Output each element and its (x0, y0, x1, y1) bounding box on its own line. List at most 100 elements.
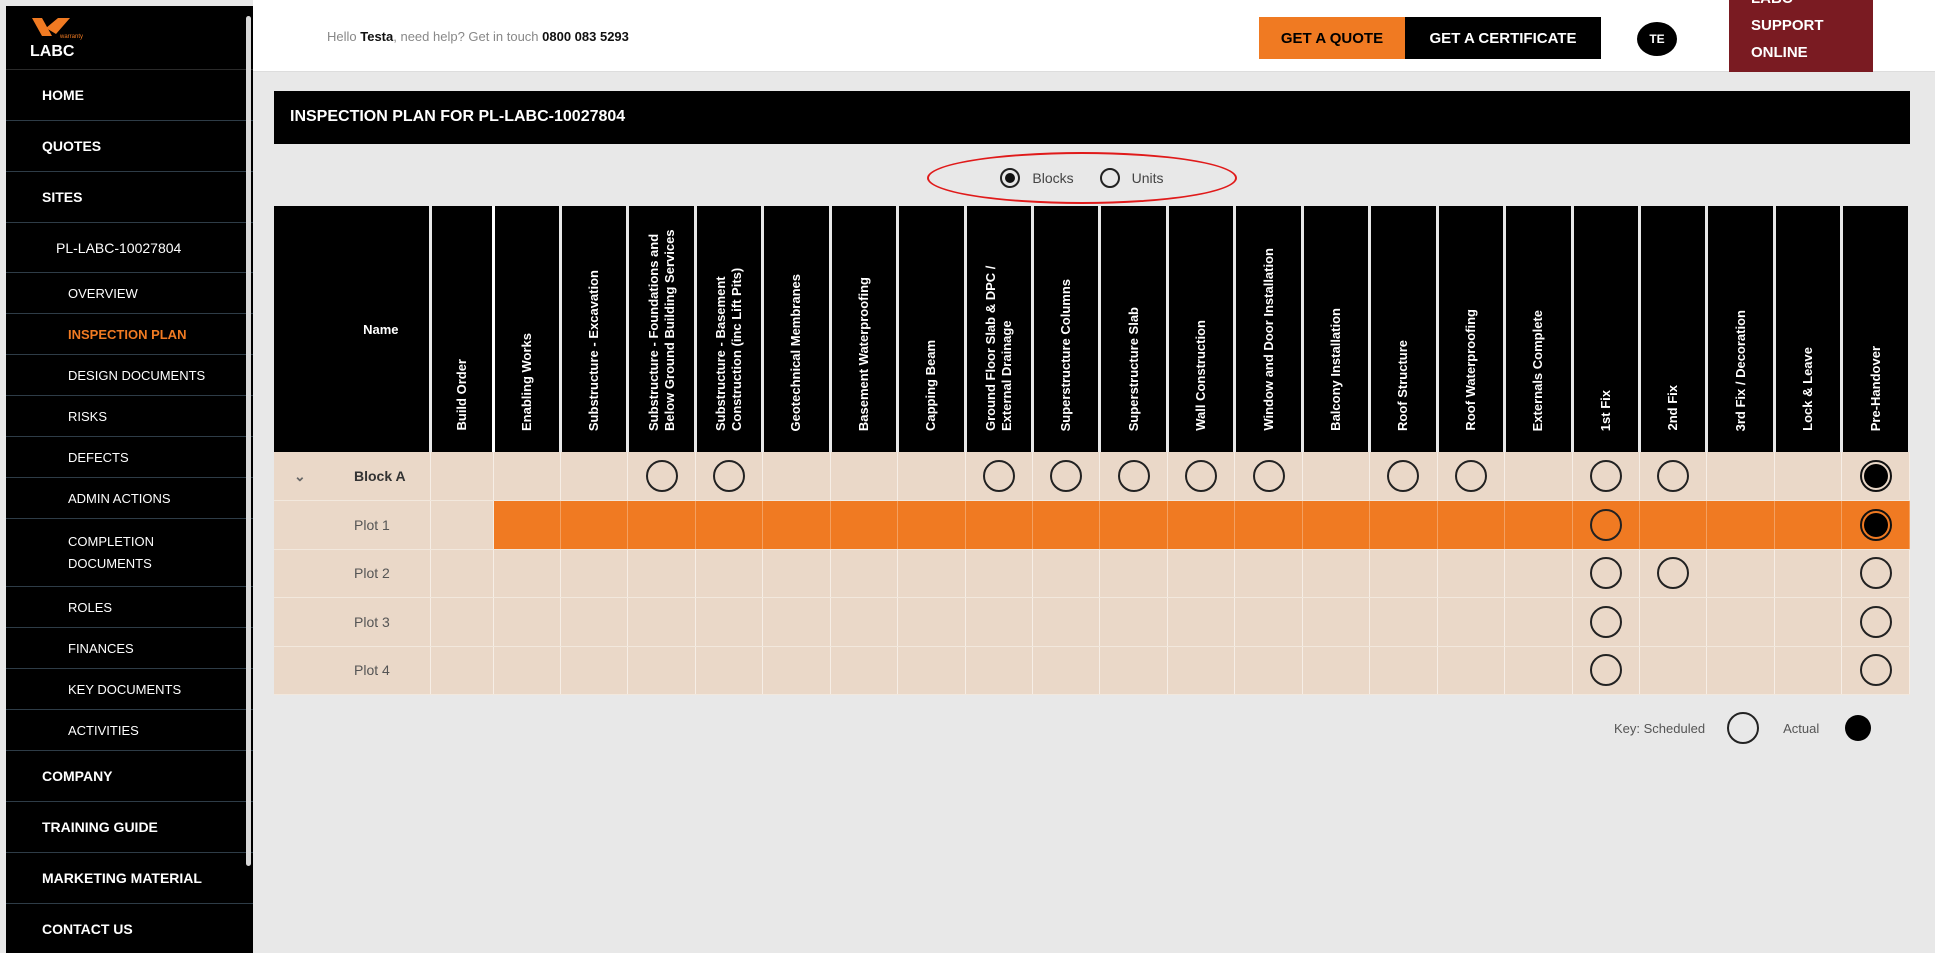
scheduled-inspection-icon[interactable] (1657, 557, 1690, 590)
stage-cell[interactable] (1639, 549, 1708, 598)
nav-marketing-material[interactable]: MARKETING MATERIAL (6, 853, 253, 904)
scheduled-inspection-icon[interactable] (1252, 460, 1285, 492)
stage-cell (1234, 646, 1303, 695)
stage-cell[interactable] (1572, 452, 1640, 501)
stage-cell (830, 452, 899, 501)
view-toggle: Blocks Units (927, 152, 1237, 204)
get-a-quote-button[interactable]: GET A QUOTE (1259, 17, 1405, 59)
nav-overview[interactable]: OVERVIEW (6, 273, 253, 314)
svg-text:warranty: warranty (59, 34, 83, 40)
support-online-button[interactable]: LABC SUPPORT ONLINE (1729, 0, 1873, 72)
scheduled-inspection-icon[interactable] (1589, 508, 1622, 541)
table-body: ⌄ Block A Plot 1 Plot 2 Plot 3 Plot 4 (274, 452, 1910, 695)
stage-cell (1167, 549, 1236, 598)
scheduled-inspection-icon[interactable] (1859, 557, 1892, 590)
stage-cell[interactable] (1032, 452, 1101, 501)
nav-admin-actions[interactable]: ADMIN ACTIONS (6, 478, 253, 519)
scheduled-inspection-icon[interactable] (1387, 460, 1420, 492)
scheduled-inspection-icon[interactable] (1859, 654, 1892, 687)
stage-cell (1234, 597, 1303, 647)
scheduled-inspection-icon[interactable] (1050, 460, 1083, 492)
nav-sites[interactable]: SITES (6, 172, 253, 223)
scheduled-inspection-icon[interactable] (1185, 460, 1218, 492)
stage-header-label: Basement Waterproofing (855, 276, 871, 431)
scheduled-inspection-icon[interactable] (1589, 654, 1622, 687)
stage-cell[interactable] (965, 452, 1034, 501)
stage-header-label: Substructure - Basement Construction (in… (713, 267, 745, 431)
scheduled-inspection-icon[interactable] (1589, 557, 1622, 590)
nav-roles[interactable]: ROLES (6, 587, 253, 628)
stage-cell (1032, 500, 1101, 550)
blocks-radio-option[interactable]: Blocks (1000, 168, 1074, 188)
plot-row[interactable]: Plot 1 (274, 500, 1910, 550)
stage-cell[interactable] (1572, 597, 1640, 647)
stage-cell (1706, 597, 1775, 647)
stage-cell[interactable] (1572, 646, 1640, 695)
plot-row[interactable]: Plot 4 (274, 646, 1910, 695)
stage-cell[interactable] (1437, 452, 1506, 501)
nav-training-guide[interactable]: TRAINING GUIDE (6, 802, 253, 853)
sidebar-scrollbar[interactable] (246, 16, 251, 866)
column-header-stage: Superstructure Columns (1032, 206, 1102, 452)
scheduled-inspection-icon[interactable] (1589, 460, 1622, 492)
units-radio-icon[interactable] (1099, 168, 1120, 188)
user-avatar[interactable]: TE (1637, 22, 1677, 56)
nav-design-documents[interactable]: DESIGN DOCUMENTS (6, 355, 253, 396)
scheduled-inspection-icon[interactable] (1589, 605, 1622, 638)
stage-cell[interactable] (1841, 549, 1910, 598)
labc-warranty-logo[interactable]: warranty LABC (6, 6, 253, 70)
block-row[interactable]: ⌄ Block A (274, 452, 1910, 501)
plot-row[interactable]: Plot 2 (274, 549, 1910, 598)
column-header-stage: 3rd Fix / Decoration (1706, 206, 1776, 452)
support-line-3: ONLINE (1751, 44, 1808, 61)
nav-inspection-plan[interactable]: INSPECTION PLAN (6, 314, 253, 355)
units-radio-option[interactable]: Units (1099, 168, 1164, 188)
stage-header-label: Externals Complete (1530, 309, 1546, 431)
stage-cell[interactable] (1841, 597, 1910, 647)
chevron-down-icon[interactable]: ⌄ (294, 468, 354, 485)
stage-cell[interactable] (1639, 452, 1708, 501)
plot-row[interactable]: Plot 3 (274, 597, 1910, 647)
phone-number[interactable]: 0800 083 5293 (542, 29, 629, 44)
nav-activities[interactable]: ACTIVITIES (6, 710, 253, 751)
column-header-stage: Geotechnical Membranes (762, 206, 832, 452)
nav-risks[interactable]: RISKS (6, 396, 253, 437)
units-radio-label: Units (1131, 170, 1164, 186)
get-a-certificate-button[interactable]: GET A CERTIFICATE (1405, 17, 1601, 59)
legend-actual-label: Actual (1783, 720, 1820, 736)
stage-cell[interactable] (1099, 452, 1168, 501)
stage-cell[interactable] (1572, 549, 1640, 598)
stage-cell[interactable] (1369, 452, 1438, 501)
scheduled-inspection-icon[interactable] (1454, 460, 1487, 492)
stage-cell[interactable] (695, 452, 764, 501)
scheduled-inspection-icon[interactable] (645, 460, 678, 492)
scheduled-inspection-icon[interactable] (982, 460, 1015, 492)
nav-key-documents[interactable]: KEY DOCUMENTS (6, 669, 253, 710)
stage-cell[interactable] (1841, 452, 1910, 501)
stage-cell[interactable] (1234, 452, 1303, 501)
scheduled-circle-icon (1727, 712, 1760, 744)
scheduled-inspection-icon[interactable] (713, 460, 746, 492)
actual-inspection-icon[interactable] (1859, 460, 1892, 492)
nav-completion-documents[interactable]: COMPLETION DOCUMENTS (6, 519, 253, 587)
nav-company[interactable]: COMPANY (6, 751, 253, 802)
column-header-stage: Window and Door Installation (1234, 206, 1304, 452)
nav-finances[interactable]: FINANCES (6, 628, 253, 669)
nav-contact-us[interactable]: CONTACT US (6, 904, 253, 953)
stage-cell[interactable] (1841, 500, 1910, 550)
stage-header-label: Capping Beam (923, 339, 939, 431)
stage-cell[interactable] (1572, 500, 1640, 550)
blocks-radio-icon[interactable] (1000, 168, 1021, 188)
nav-home[interactable]: HOME (6, 70, 253, 121)
nav-quotes[interactable]: QUOTES (6, 121, 253, 172)
scheduled-inspection-icon[interactable] (1657, 460, 1690, 492)
actual-inspection-icon[interactable] (1859, 508, 1892, 541)
stage-cell[interactable] (1841, 646, 1910, 695)
scheduled-inspection-icon[interactable] (1117, 460, 1150, 492)
stage-cell (1437, 597, 1506, 647)
nav-defects[interactable]: DEFECTS (6, 437, 253, 478)
stage-cell[interactable] (1167, 452, 1236, 501)
scheduled-inspection-icon[interactable] (1859, 605, 1892, 638)
nav-site-reference[interactable]: PL-LABC-10027804 (6, 223, 253, 273)
stage-cell[interactable] (627, 452, 696, 501)
